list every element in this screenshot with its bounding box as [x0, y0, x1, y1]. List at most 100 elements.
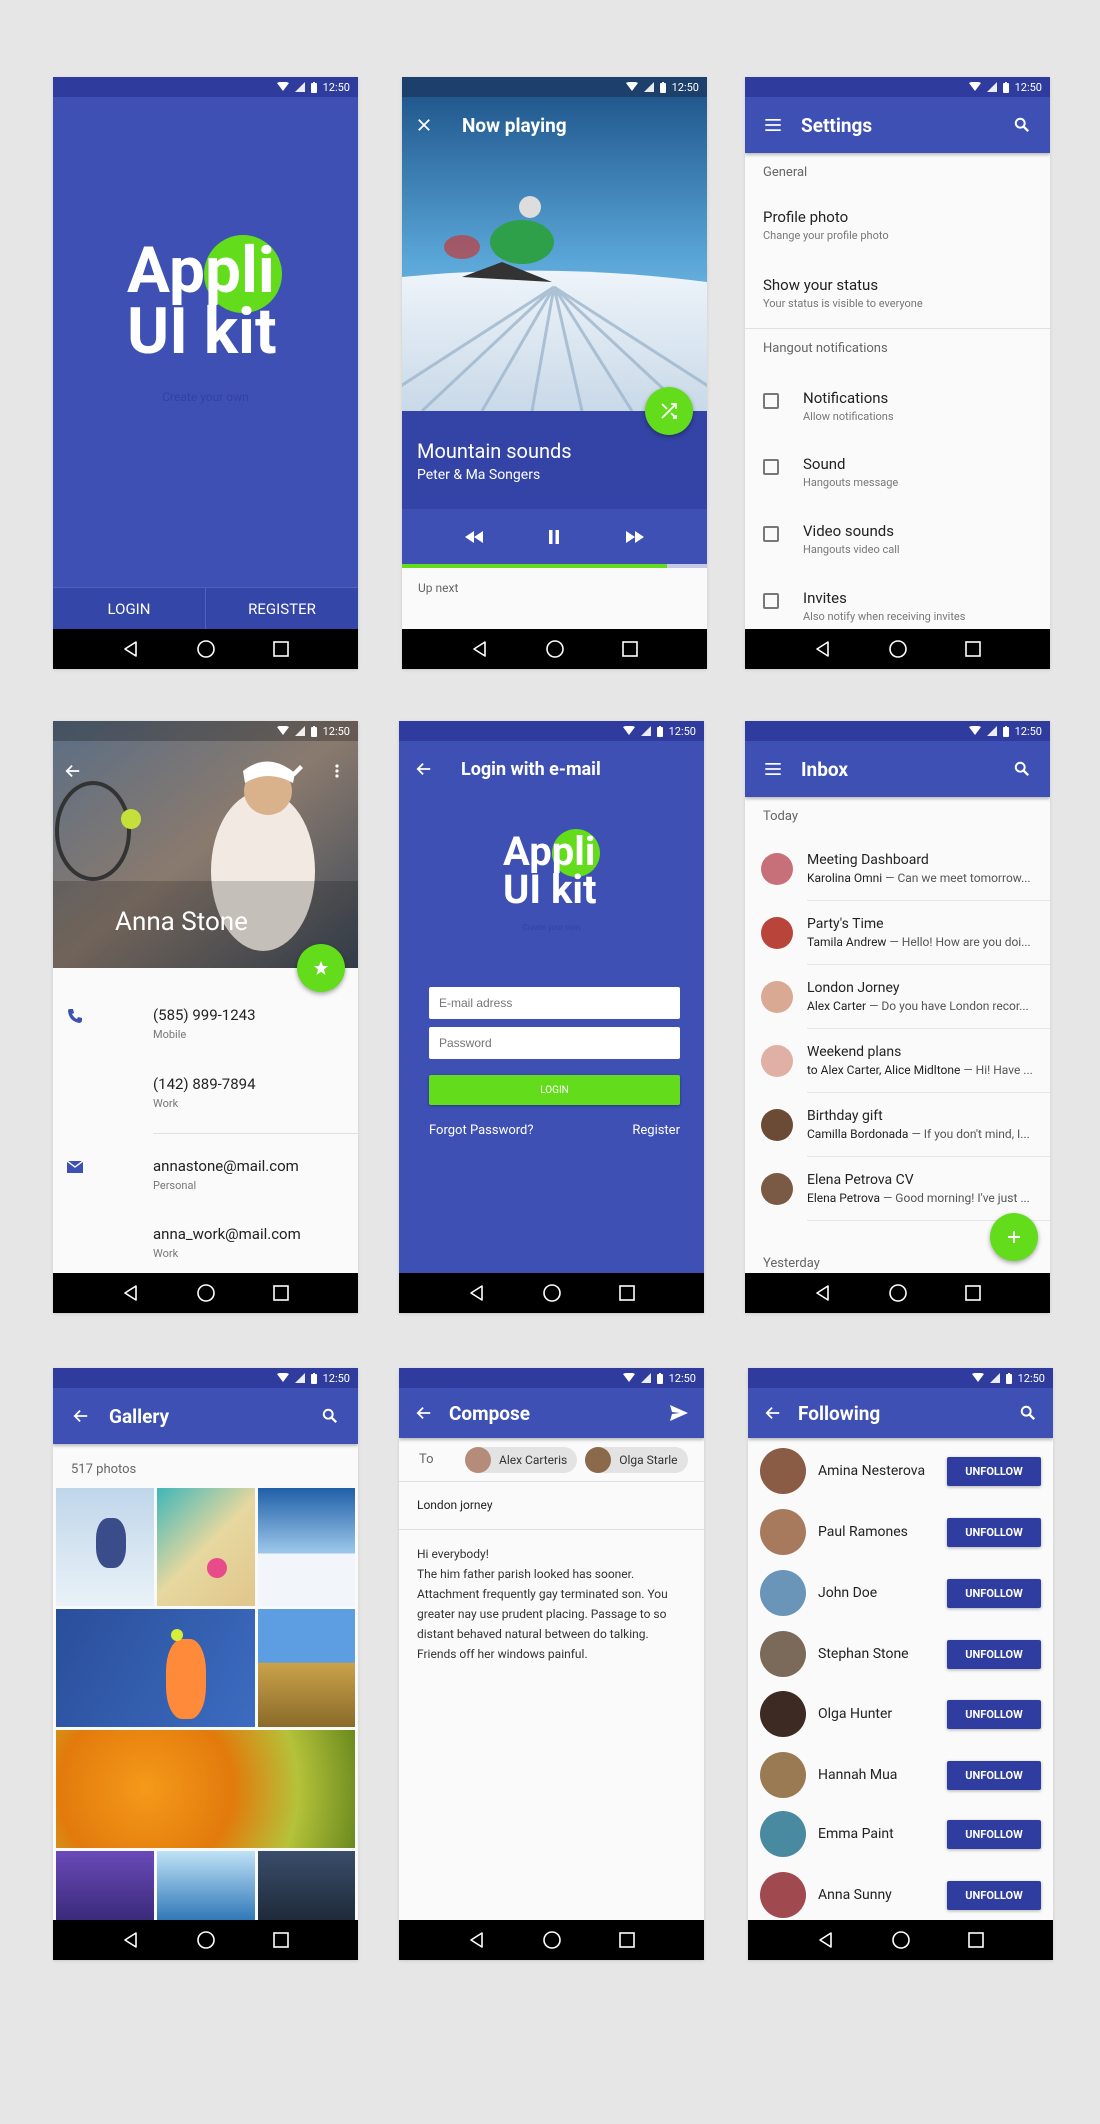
home-nav-icon[interactable]: [889, 640, 907, 658]
setting-show-status[interactable]: Show your status Your status is visible …: [745, 276, 941, 310]
recents-nav-icon[interactable]: [967, 1931, 985, 1949]
back-nav-icon[interactable]: [814, 640, 832, 658]
login-button[interactable]: LOGIN: [429, 1075, 680, 1105]
back-arrow-icon[interactable]: [65, 763, 81, 783]
back-nav-icon[interactable]: [122, 1284, 140, 1302]
compose-button[interactable]: [990, 1213, 1038, 1261]
notifications-checkbox[interactable]: [763, 393, 779, 409]
recents-nav-icon[interactable]: [272, 640, 290, 658]
setting-profile-photo[interactable]: Profile photo Change your profile photo: [745, 208, 907, 242]
photo-wheat[interactable]: [258, 1609, 355, 1727]
recents-nav-icon[interactable]: [964, 640, 982, 658]
unfollow-button[interactable]: UNFOLLOW: [947, 1578, 1041, 1608]
recents-nav-icon[interactable]: [621, 640, 639, 658]
unfollow-button[interactable]: UNFOLLOW: [947, 1760, 1041, 1790]
phone-row-mobile[interactable]: (585) 999-1243 Mobile: [53, 1006, 358, 1041]
unfollow-button[interactable]: UNFOLLOW: [947, 1639, 1041, 1669]
photo-tennis[interactable]: [56, 1609, 255, 1727]
more-icon[interactable]: [335, 763, 339, 782]
edit-icon[interactable]: [290, 763, 304, 782]
recents-nav-icon[interactable]: [964, 1284, 982, 1302]
invites-checkbox[interactable]: [763, 593, 779, 609]
setting-video-sounds[interactable]: Video sounds Hangouts video call: [763, 522, 900, 556]
unfollow-button[interactable]: UNFOLLOW: [947, 1456, 1041, 1486]
message-body[interactable]: Hi everybody! The him father parish look…: [417, 1544, 686, 1664]
following-row: Emma Paint UNFOLLOW: [748, 1804, 1053, 1864]
photo-beach[interactable]: [157, 1488, 255, 1606]
recipient-chip[interactable]: Olga Starle: [585, 1446, 688, 1473]
unfollow-button[interactable]: UNFOLLOW: [947, 1699, 1041, 1729]
send-icon[interactable]: [654, 1388, 704, 1438]
back-nav-icon[interactable]: [122, 640, 140, 658]
mail-row[interactable]: Meeting Dashboard Karolina Omni — Can we …: [745, 837, 1050, 901]
unfollow-button[interactable]: UNFOLLOW: [947, 1819, 1041, 1849]
register-button[interactable]: REGISTER: [206, 588, 358, 629]
back-arrow-icon[interactable]: [748, 1388, 798, 1438]
mail-row[interactable]: Elena Petrova CV Elena Petrova — Good mor…: [745, 1157, 1050, 1221]
progress-track[interactable]: [402, 564, 707, 568]
back-nav-icon[interactable]: [814, 1284, 832, 1302]
photo-flowers[interactable]: [56, 1851, 154, 1921]
back-nav-icon[interactable]: [468, 1931, 486, 1949]
menu-icon[interactable]: [745, 741, 801, 797]
mail-sender: Elena Petrova: [807, 1191, 880, 1205]
back-nav-icon[interactable]: [817, 1931, 835, 1949]
fast-forward-icon[interactable]: [626, 530, 645, 543]
sound-checkbox[interactable]: [763, 459, 779, 475]
home-nav-icon[interactable]: [889, 1284, 907, 1302]
back-arrow-icon[interactable]: [53, 1388, 109, 1444]
unfollow-button[interactable]: UNFOLLOW: [947, 1517, 1041, 1547]
mail-row[interactable]: Weekend plans to Alex Carter, Alice Midlt…: [745, 1029, 1050, 1093]
recents-nav-icon[interactable]: [618, 1931, 636, 1949]
search-icon[interactable]: [302, 1388, 358, 1444]
favorite-button[interactable]: [297, 944, 345, 992]
email-row-personal[interactable]: annastone@mail.com Personal: [53, 1157, 358, 1192]
back-nav-icon[interactable]: [468, 1284, 486, 1302]
close-icon[interactable]: [402, 97, 446, 153]
back-nav-icon[interactable]: [471, 640, 489, 658]
video-sounds-checkbox[interactable]: [763, 526, 779, 542]
recents-nav-icon[interactable]: [272, 1931, 290, 1949]
home-nav-icon[interactable]: [197, 1931, 215, 1949]
back-nav-icon[interactable]: [122, 1931, 140, 1949]
password-input[interactable]: [429, 1027, 680, 1059]
register-link[interactable]: Register: [632, 1123, 680, 1138]
photo-snowboard[interactable]: [258, 1488, 355, 1606]
home-nav-icon[interactable]: [546, 640, 564, 658]
setting-sound[interactable]: Sound Hangouts message: [763, 455, 898, 489]
home-nav-icon[interactable]: [197, 640, 215, 658]
photo-wakeboard[interactable]: [157, 1851, 255, 1921]
home-nav-icon[interactable]: [197, 1284, 215, 1302]
login-button[interactable]: LOGIN: [53, 588, 206, 629]
email-row-work[interactable]: anna_work@mail.com Work: [53, 1225, 358, 1260]
setting-invites[interactable]: Invites Also notify when receiving invite…: [763, 589, 965, 623]
photo-fruits[interactable]: [56, 1730, 355, 1848]
email-input[interactable]: [429, 987, 680, 1019]
phone-row-work[interactable]: (142) 889-7894 Work: [53, 1075, 358, 1110]
recents-nav-icon[interactable]: [618, 1284, 636, 1302]
menu-icon[interactable]: [745, 97, 801, 153]
home-nav-icon[interactable]: [543, 1284, 561, 1302]
recipient-chip[interactable]: Alex Carteris: [465, 1446, 578, 1473]
setting-notifications[interactable]: Notifications Allow notifications: [763, 389, 894, 423]
photo-city[interactable]: [258, 1851, 355, 1921]
search-icon[interactable]: [1003, 1388, 1053, 1438]
search-icon[interactable]: [994, 97, 1050, 153]
mail-row[interactable]: Birthday gift Camilla Bordonada — If you …: [745, 1093, 1050, 1157]
search-icon[interactable]: [994, 741, 1050, 797]
forgot-password-link[interactable]: Forgot Password?: [429, 1123, 534, 1138]
back-arrow-icon[interactable]: [399, 741, 449, 797]
unfollow-button[interactable]: UNFOLLOW: [947, 1880, 1041, 1910]
subject-field[interactable]: London jorney: [399, 1482, 704, 1530]
to-field[interactable]: To Alex Carteris Olga Starle: [399, 1438, 704, 1482]
home-nav-icon[interactable]: [543, 1931, 561, 1949]
mail-row[interactable]: Party's Time Tamila Andrew — Hello! How a…: [745, 901, 1050, 965]
back-arrow-icon[interactable]: [399, 1388, 449, 1438]
photo-skier[interactable]: [56, 1488, 154, 1606]
recents-nav-icon[interactable]: [272, 1284, 290, 1302]
rewind-icon[interactable]: [464, 530, 483, 543]
shuffle-button[interactable]: [645, 387, 693, 435]
mail-row[interactable]: London Jorney Alex Carter — Do you have L…: [745, 965, 1050, 1029]
home-nav-icon[interactable]: [892, 1931, 910, 1949]
pause-icon[interactable]: [548, 529, 560, 544]
